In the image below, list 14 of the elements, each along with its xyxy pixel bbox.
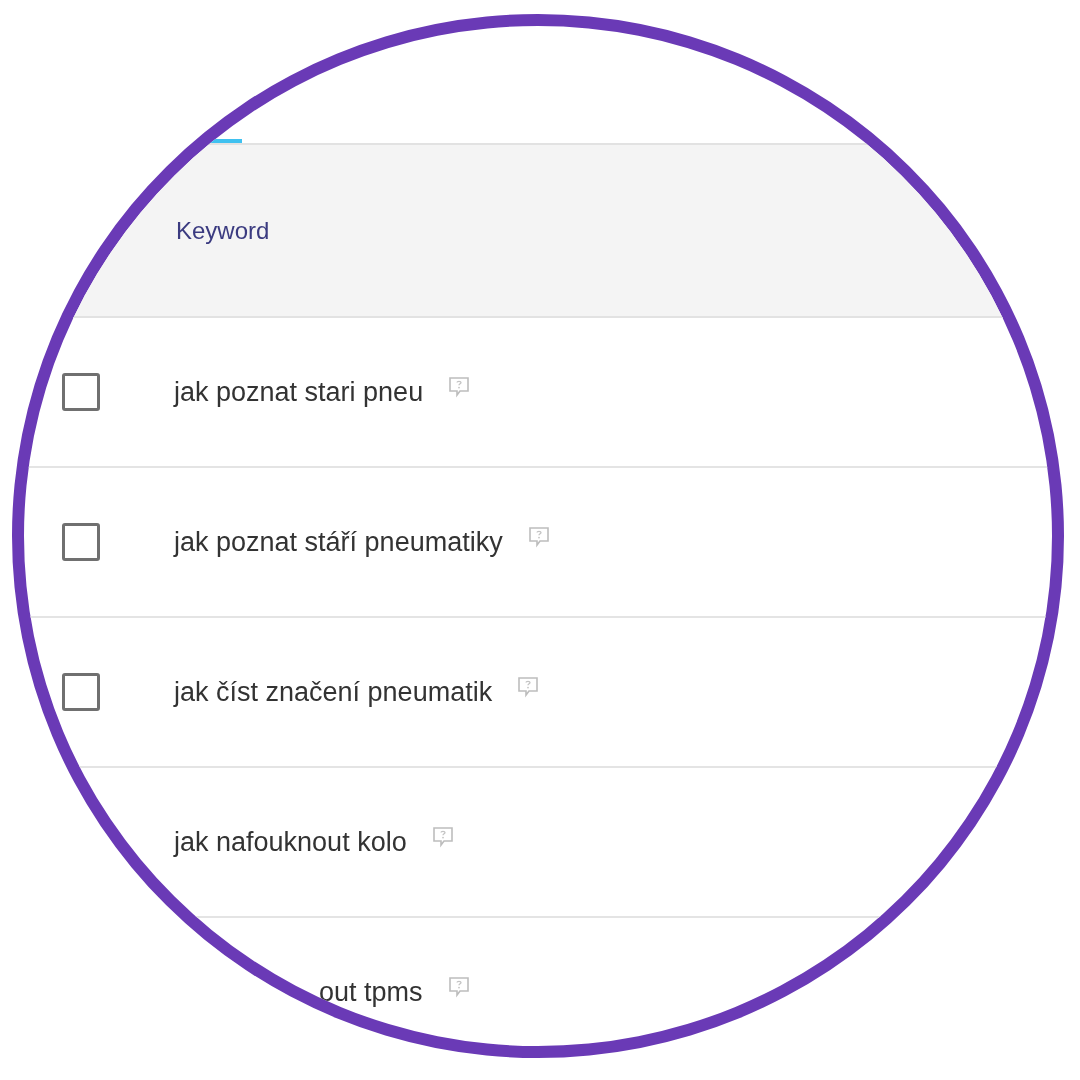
column-header: Keyword: [176, 216, 270, 245]
help-bubble-icon: [430, 825, 455, 849]
keyword-text: jak poznat stari pneu: [174, 376, 424, 408]
row-checkbox[interactable]: [62, 523, 100, 561]
keyword-text: out tpms: [319, 976, 423, 1008]
keyword-text: jak poznat stáří pneumatiky: [174, 526, 503, 558]
help-bubble-icon: [526, 525, 551, 549]
help-bubble-icon: [446, 975, 471, 999]
row-checkbox[interactable]: [62, 673, 100, 711]
help-bubble-icon: [516, 675, 541, 699]
row-checkbox[interactable]: [62, 373, 100, 411]
keyword-text: jak nafouknout kolo: [174, 826, 407, 858]
help-bubble-icon: [447, 375, 472, 399]
keyword-text: jak číst značení pneumatik: [174, 676, 493, 708]
